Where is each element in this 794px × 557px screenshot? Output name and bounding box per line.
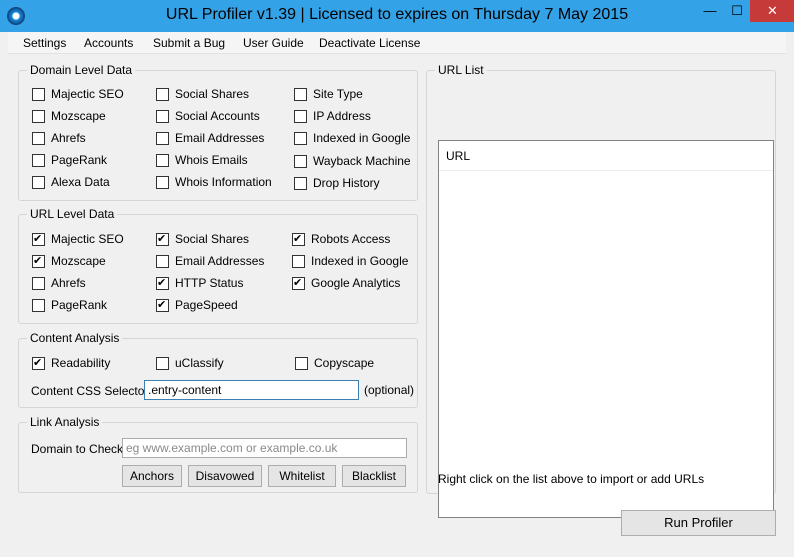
domain-ip-address-checkbox[interactable]: IP Address <box>294 108 371 124</box>
url-list-title: URL List <box>435 64 487 77</box>
domain-to-check-input[interactable] <box>122 438 407 458</box>
url-pagespeed-checkbox[interactable]: PageSpeed <box>156 297 238 313</box>
url-social-shares-checkbox[interactable]: Social Shares <box>156 231 249 247</box>
checkbox-box[interactable] <box>156 109 169 123</box>
domain-majestic-seo-checkbox[interactable]: Majectic SEO <box>32 86 124 102</box>
whitelist-button[interactable]: Whitelist <box>268 465 336 487</box>
domain-social-accounts-checkbox[interactable]: Social Accounts <box>156 108 260 124</box>
css-selector-label: Content CSS Selector: <box>31 384 152 398</box>
checkbox-box[interactable] <box>156 276 169 290</box>
url-pagerank-checkbox[interactable]: PageRank <box>32 297 107 313</box>
domain-drop-history-checkbox[interactable]: Drop History <box>294 175 380 191</box>
checkbox-box[interactable] <box>156 232 169 246</box>
url-level-group: URL Level Data Majectic SEO Mozscape Ahr… <box>18 208 418 324</box>
checkbox-box[interactable] <box>156 356 169 370</box>
domain-alexa-data-checkbox[interactable]: Alexa Data <box>32 174 110 190</box>
link-analysis-group: Link Analysis Domain to Check: Anchors D… <box>18 416 418 493</box>
checkbox-box[interactable] <box>32 131 45 145</box>
checkbox-box[interactable] <box>292 254 305 268</box>
checkbox-box[interactable] <box>32 153 45 167</box>
domain-email-addresses-checkbox[interactable]: Email Addresses <box>156 130 264 146</box>
checkbox-box[interactable] <box>294 154 307 168</box>
link-analysis-title: Link Analysis <box>27 416 103 429</box>
checkbox-box[interactable] <box>292 232 305 246</box>
domain-mozscape-checkbox[interactable]: Mozscape <box>32 108 106 124</box>
checkbox-box[interactable] <box>156 131 169 145</box>
checkbox-box[interactable] <box>294 109 307 123</box>
checkbox-box[interactable] <box>156 153 169 167</box>
content-readability-checkbox[interactable]: Readability <box>32 355 110 371</box>
url-http-status-checkbox[interactable]: HTTP Status <box>156 275 243 291</box>
checkbox-box[interactable] <box>295 356 308 370</box>
checkbox-box[interactable] <box>292 276 305 290</box>
checkbox-box[interactable] <box>156 175 169 189</box>
menu-bar: Settings Accounts Submit a Bug User Guid… <box>8 32 786 54</box>
url-email-addresses-checkbox[interactable]: Email Addresses <box>156 253 264 269</box>
checkbox-box[interactable] <box>294 131 307 145</box>
domain-level-title: Domain Level Data <box>27 64 136 77</box>
checkbox-box[interactable] <box>156 298 169 312</box>
menu-submit-bug[interactable]: Submit a Bug <box>153 36 225 50</box>
domain-whois-emails-checkbox[interactable]: Whois Emails <box>156 152 248 168</box>
domain-pagerank-checkbox[interactable]: PageRank <box>32 152 107 168</box>
content-analysis-group: Content Analysis Readability uClassify C… <box>18 332 418 408</box>
window-title: URL Profiler v1.39 | Licensed to expires… <box>165 6 629 23</box>
domain-level-group: Domain Level Data Majectic SEO Mozscape … <box>18 64 418 201</box>
checkbox-box[interactable] <box>156 254 169 268</box>
url-level-title: URL Level Data <box>27 208 118 221</box>
domain-indexed-in-google-checkbox[interactable]: Indexed in Google <box>294 130 410 146</box>
menu-settings[interactable]: Settings <box>23 36 66 50</box>
checkbox-box[interactable] <box>32 356 45 370</box>
disavowed-button[interactable]: Disavowed <box>188 465 262 487</box>
domain-ahrefs-checkbox[interactable]: Ahrefs <box>32 130 86 146</box>
domain-site-type-checkbox[interactable]: Site Type <box>294 86 363 102</box>
url-list-hint: Right click on the list above to import … <box>438 472 705 486</box>
checkbox-box[interactable] <box>32 232 45 246</box>
url-majestic-seo-checkbox[interactable]: Majectic SEO <box>32 231 124 247</box>
url-ahrefs-checkbox[interactable]: Ahrefs <box>32 275 86 291</box>
run-profiler-button[interactable]: Run Profiler <box>621 510 776 536</box>
optional-label: (optional) <box>364 383 415 397</box>
checkbox-box[interactable] <box>32 298 45 312</box>
anchors-button[interactable]: Anchors <box>122 465 182 487</box>
checkbox-box[interactable] <box>32 276 45 290</box>
domain-to-check-label: Domain to Check: <box>31 442 127 456</box>
content-uclassify-checkbox[interactable]: uClassify <box>156 355 224 371</box>
domain-social-shares-checkbox[interactable]: Social Shares <box>156 86 249 102</box>
menu-accounts[interactable]: Accounts <box>84 36 133 50</box>
checkbox-box[interactable] <box>32 87 45 101</box>
menu-deactivate-license[interactable]: Deactivate License <box>319 36 420 50</box>
checkbox-box[interactable] <box>294 176 307 190</box>
close-button[interactable]: ✕ <box>750 0 794 22</box>
minimize-button[interactable]: — <box>696 0 724 22</box>
main-panel: Domain Level Data Majectic SEO Mozscape … <box>8 54 786 549</box>
title-bar[interactable]: URL Profiler v1.39 | Licensed to expires… <box>0 0 794 32</box>
url-list[interactable]: URL <box>438 140 774 518</box>
url-indexed-in-google-checkbox[interactable]: Indexed in Google <box>292 253 408 269</box>
content-copyscape-checkbox[interactable]: Copyscape <box>295 355 374 371</box>
content-analysis-title: Content Analysis <box>27 332 123 345</box>
maximize-button[interactable]: ☐ <box>723 0 751 22</box>
domain-whois-information-checkbox[interactable]: Whois Information <box>156 174 272 190</box>
checkbox-box[interactable] <box>32 175 45 189</box>
checkbox-box[interactable] <box>294 87 307 101</box>
checkbox-box[interactable] <box>156 87 169 101</box>
css-selector-input[interactable] <box>144 380 359 400</box>
menu-user-guide[interactable]: User Guide <box>243 36 304 50</box>
url-robots-access-checkbox[interactable]: Robots Access <box>292 231 390 247</box>
url-column-header[interactable]: URL <box>439 141 773 171</box>
blacklist-button[interactable]: Blacklist <box>342 465 406 487</box>
checkbox-box[interactable] <box>32 254 45 268</box>
checkbox-box[interactable] <box>32 109 45 123</box>
domain-wayback-machine-checkbox[interactable]: Wayback Machine <box>294 153 411 169</box>
url-google-analytics-checkbox[interactable]: Google Analytics <box>292 275 400 291</box>
url-mozscape-checkbox[interactable]: Mozscape <box>32 253 106 269</box>
